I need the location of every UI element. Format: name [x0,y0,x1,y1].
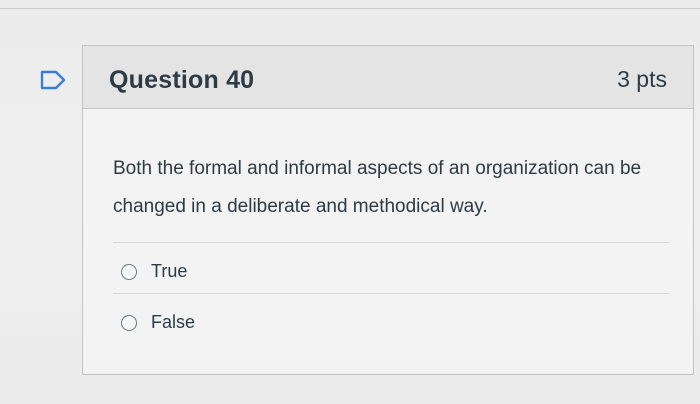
question-card: Question 40 3 pts Both the formal and in… [82,45,694,375]
answer-divider [113,242,669,243]
radio-button-true[interactable] [121,263,137,280]
question-title: Question 40 [109,66,255,94]
answer-label-false: False [151,312,196,332]
flag-question-icon[interactable] [40,70,68,90]
top-divider [0,8,700,9]
answer-option-true[interactable]: True [121,261,187,282]
answer-option-false[interactable]: False [121,312,195,333]
question-text: Both the formal and informal aspects of … [113,158,642,217]
radio-button-false[interactable] [121,314,137,331]
answer-divider [113,293,669,294]
question-points: 3 pts [617,66,667,92]
question-header: Question 40 3 pts [83,46,693,109]
answer-label-true: True [151,261,188,281]
quiz-page: Question 40 3 pts Both the formal and in… [0,0,700,404]
